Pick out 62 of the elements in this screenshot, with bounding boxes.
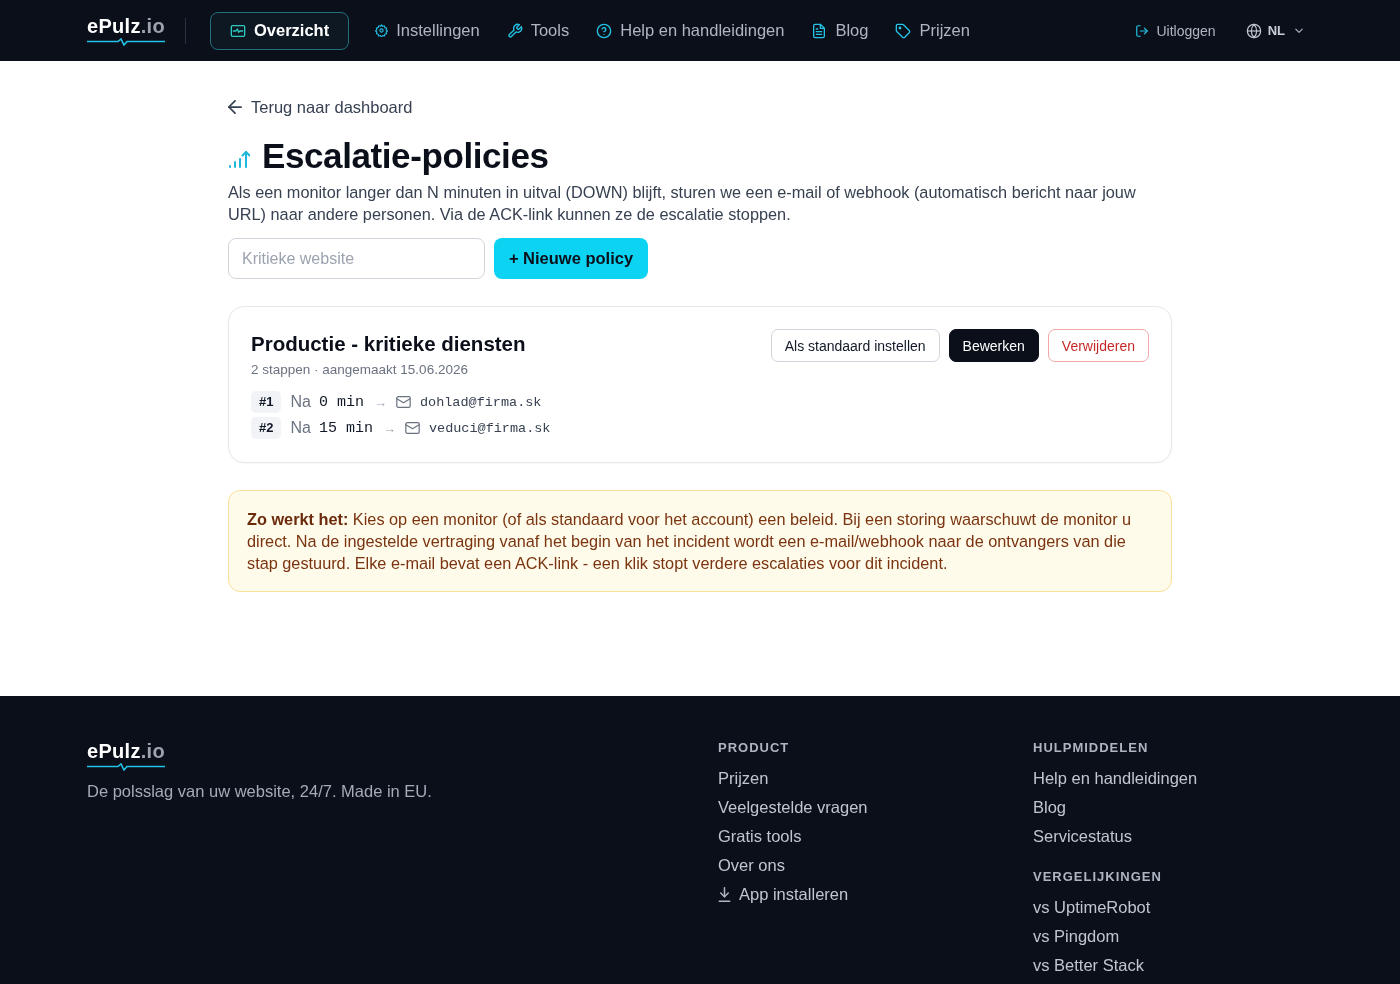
arrow-icon: → xyxy=(373,394,387,410)
nav-tab[interactable]: Instellingen xyxy=(374,11,481,50)
tag-icon xyxy=(895,22,912,39)
pulse-line-icon xyxy=(87,38,165,46)
nav-tab[interactable]: Blog xyxy=(810,11,870,50)
recipient-email: veduci@firma.sk xyxy=(428,420,551,436)
monitor-pulse-icon xyxy=(230,22,246,39)
footer-link[interactable]: vs UptimeRobot xyxy=(1033,897,1313,917)
logout-button[interactable]: Uitloggen xyxy=(1134,22,1216,39)
download-icon xyxy=(718,886,731,902)
footer-tagline: De polsslag van uw website, 24/7. Made in EU. xyxy=(87,781,433,801)
pulse-line-icon xyxy=(87,763,165,771)
footer-heading: HULPMIDDELEN xyxy=(1033,740,1150,756)
logout-icon xyxy=(1134,23,1149,38)
footer-link[interactable]: Servicestatus xyxy=(1033,826,1313,846)
mail-icon xyxy=(395,396,411,408)
step-number: #1 xyxy=(251,391,282,413)
globe-icon xyxy=(1245,22,1262,39)
footer-link[interactable]: Over ons xyxy=(718,855,1033,875)
footer-link[interactable]: Gratis tools xyxy=(718,826,1033,846)
gear-icon xyxy=(375,24,389,37)
policy-meta: 2 stappen · aangemaakt 15.06.2026 xyxy=(251,361,469,379)
delay-label: Na xyxy=(290,393,311,411)
bar-chart-up-icon xyxy=(228,148,250,170)
back-link[interactable]: Terug naar dashboard xyxy=(228,97,413,117)
footer-link[interactable]: Prijzen xyxy=(718,768,1033,788)
set-default-button[interactable]: Als standaard instellen xyxy=(770,329,940,362)
logo-text[interactable]: ePulz.io xyxy=(87,740,165,762)
arrow-icon: → xyxy=(382,420,396,436)
wrench-icon xyxy=(506,22,523,39)
page-title: Escalatie-policies xyxy=(262,136,549,176)
footer-link[interactable]: vs Better Stack xyxy=(1033,955,1313,975)
footer-link[interactable]: vs Pingdom xyxy=(1033,926,1313,946)
footer-link[interactable]: Help en handleidingen xyxy=(1033,768,1313,788)
nav-tab[interactable]: Overzicht xyxy=(210,11,350,50)
nav-tab[interactable]: Help en handleidingen xyxy=(595,11,786,50)
chevron-down-icon xyxy=(1295,28,1303,33)
delay-value: 0 min xyxy=(318,393,364,411)
delay-label: Na xyxy=(290,419,311,437)
page-description: Als een monitor langer dan N minuten in uitval (DOWN) blijft, sturen we een e-mail of webhook (automatisch bericht naar jouw URL) naar andere personen. Via de ACK-link kunnen ze de escalatie stoppen. xyxy=(228,182,1137,225)
document-icon xyxy=(811,22,828,39)
new-policy-button[interactable]: + Nieuwe policy xyxy=(494,238,648,279)
logo-text[interactable]: ePulz.io xyxy=(87,15,165,37)
edit-button[interactable]: Bewerken xyxy=(948,329,1039,362)
delay-value: 15 min xyxy=(318,419,373,437)
step-number: #2 xyxy=(251,417,282,439)
footer-heading: VERGELIJKINGEN xyxy=(1033,869,1163,885)
help-icon xyxy=(596,22,613,39)
nav-tab[interactable]: Tools xyxy=(505,11,571,50)
footer-link[interactable]: Blog xyxy=(1033,797,1313,817)
delete-button[interactable]: Verwijderen xyxy=(1047,329,1149,362)
footer-link[interactable]: Veelgestelde vragen xyxy=(718,797,1033,817)
nav-tab[interactable]: Prijzen xyxy=(894,11,971,50)
footer-heading: PRODUCT xyxy=(718,740,791,756)
arrow-left-icon xyxy=(228,100,242,114)
recipient-email: dohlad@firma.sk xyxy=(419,394,542,410)
policy-name: Productie - kritieke diensten xyxy=(251,332,526,356)
mail-icon xyxy=(404,422,420,434)
info-note: Zo werkt het: Kies op een monitor (of als standaard voor het account) een beleid. Bij een storing waarschuwt de monitor u direct. Na de ingestelde vertraging vanaf het begin van het incident wordt een e-mail/webhook naar de ontvangers van die stap gestuurd. Elke e-mail bevat een ACK-link - een klik stopt verdere escalaties voor dit incident. xyxy=(228,490,1172,592)
footer-link[interactable]: App installeren xyxy=(718,884,1033,904)
policy-name-field[interactable]: Kritieke website xyxy=(228,238,485,279)
language-selector[interactable]: NL xyxy=(1245,22,1303,39)
